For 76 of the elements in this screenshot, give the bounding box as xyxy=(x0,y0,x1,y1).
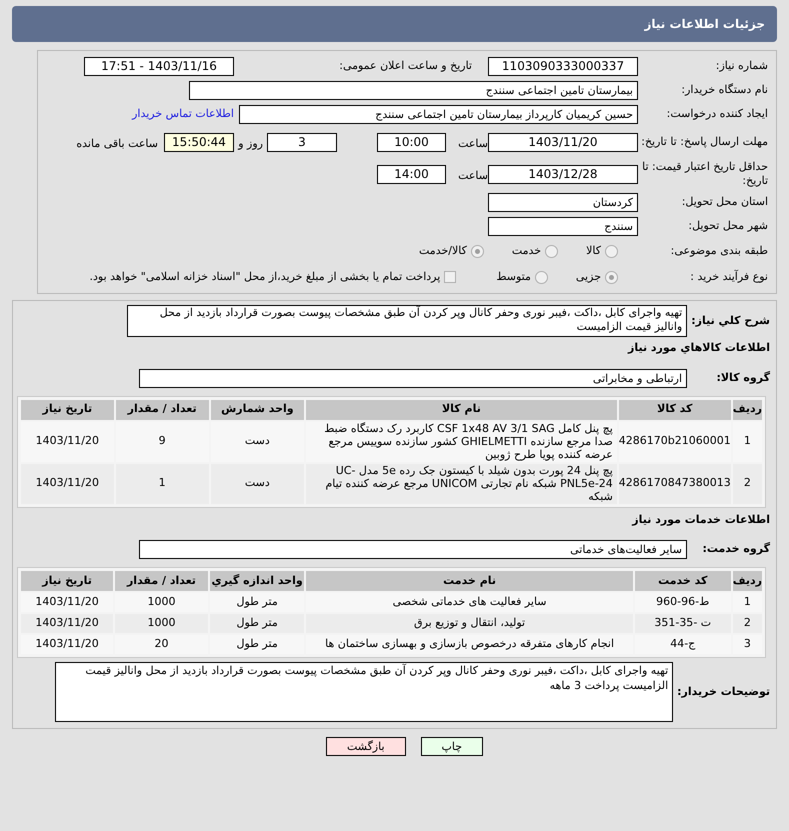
radio-label: متوسط xyxy=(496,268,531,285)
field-label: روز و xyxy=(238,137,263,150)
column-header: تعداد / مقدار xyxy=(116,400,209,420)
table-cell: 1 xyxy=(116,464,209,504)
reply-time-field: 10:00 xyxy=(377,132,446,152)
column-header: کد کالا xyxy=(618,400,731,420)
table-cell: 1000 xyxy=(115,614,208,633)
requester-field: حسین کریمیان کارپرداز بیمارستان تامین اجتماعی سنندج xyxy=(239,104,638,124)
description-label: شرح کلي نياز: xyxy=(691,313,770,329)
description-field: تهیه واجرای کابل ،داکت ،فیبر نوری وحفر کانال وپر کردن آن طبق مشخصات پیوست بصورت قرارداد بازدید از محل وانالیز قیمت الزامیست xyxy=(127,305,688,337)
services-group-label: گروه خدمت: xyxy=(701,541,770,558)
field-label: حداقل تاریخ اعتبار قیمت: تا تاریخ: xyxy=(641,160,768,188)
table-cell: 2 xyxy=(732,464,762,504)
city-field: سنندج xyxy=(488,216,638,236)
table-cell: پچ پنل 24 پورت بدون شیلد با کیستون جک رده 5e مدل UC-PNL5e-24 شبکه نام تجارتی UNICOM مرجع عرضه کننده تیام شبکه xyxy=(306,464,617,504)
radio-button[interactable] xyxy=(605,270,618,284)
print-button[interactable]: چاپ xyxy=(420,737,484,756)
table-cell: 4286170847380013 xyxy=(618,464,731,504)
field-label: ساعت xyxy=(458,169,488,182)
field-label: نام دستگاه خریدار: xyxy=(680,83,768,97)
field-label: شماره نیاز: xyxy=(714,59,768,73)
column-header: کد خدمت xyxy=(634,571,731,591)
field-label: نوع فرآیند خرید : xyxy=(689,270,768,284)
back-button[interactable]: بازگشت xyxy=(326,737,406,756)
field-label: ایجاد کننده درخواست: xyxy=(666,107,768,121)
buyer-notes-field: تهیه واجرای کابل ،داکت ،فیبر نوری وحفر کانال وپر کردن آن طبق مشخصات پیوست بصورت قرارداد بازدید از محل وانالیز قیمت الزامیست پرداخت 3 ماهه xyxy=(55,662,674,722)
field-label: طبقه بندی موضوعی: xyxy=(670,244,768,258)
announce-date-field: 1403/11/16 - 17:51 xyxy=(84,56,234,76)
goods-title: اطلاعات کالاهاي مورد نياز xyxy=(626,340,770,356)
reply-date-field: 1403/11/20 xyxy=(488,132,638,152)
radio-button[interactable] xyxy=(545,244,558,258)
checkbox[interactable] xyxy=(444,271,456,283)
buyer-contact-link[interactable]: اطلاعات تماس خریدار xyxy=(132,106,234,122)
table-cell: 2 xyxy=(732,614,762,633)
validity-date-field: 1403/12/28 xyxy=(488,164,638,184)
field-label: ساعت xyxy=(458,137,488,150)
table-cell: متر طول xyxy=(210,614,304,633)
radio-button[interactable] xyxy=(470,244,484,258)
table-cell: ت -35-351 xyxy=(634,614,731,633)
need-number-field: 1103090333000337 xyxy=(488,56,638,76)
column-header: تاريخ نياز xyxy=(21,571,114,591)
province-field: کردستان xyxy=(488,192,638,212)
column-header: رديف xyxy=(732,400,762,420)
days-field: 3 xyxy=(267,132,337,152)
services-group-field: سایر فعالیت‌های خدماتی xyxy=(139,540,687,559)
table-cell: 1403/11/20 xyxy=(21,464,114,504)
radio-button[interactable] xyxy=(534,270,548,284)
validity-time-field: 14:00 xyxy=(377,164,446,184)
column-header: تعداد / مقدار xyxy=(115,571,208,591)
radio-label: خدمت xyxy=(512,242,542,259)
field-label: ساعت باقی مانده xyxy=(76,137,158,150)
column-header: تاريخ نياز xyxy=(21,400,114,420)
goods-group-label: گروه کالا: xyxy=(715,370,770,386)
field-label: مهلت ارسال پاسخ: تا تاریخ: xyxy=(640,135,768,149)
table-cell: دست xyxy=(210,464,304,504)
field-label: استان محل تحویل: xyxy=(680,195,768,209)
services-title: اطلاعات خدمات مورد نياز xyxy=(630,512,770,528)
radio-label: جزیی xyxy=(576,268,601,285)
column-header: واحد اندازه گيري xyxy=(210,571,304,591)
buyer-notes-label: توضیحات خریدار: xyxy=(677,684,770,700)
table-cell: 1403/11/20 xyxy=(21,614,114,633)
table-cell: تولید، انتقال و توزیع برق xyxy=(306,614,633,633)
column-header: نام خدمت xyxy=(306,571,633,591)
checkbox-label: پرداخت تمام یا بخشی از مبلغ خرید،از محل "اسناد خزانه اسلامی" خواهد بود. xyxy=(90,268,440,285)
column-header: رديف xyxy=(732,571,762,591)
radio-label: کالا xyxy=(586,242,601,259)
goods-group-field: ارتباطی و مخابراتی xyxy=(139,368,687,388)
radio-button[interactable] xyxy=(605,244,618,258)
radio-label: کالا/خدمت xyxy=(419,242,467,259)
column-header: واحد شمارش xyxy=(210,400,304,420)
column-header: نام کالا xyxy=(306,400,617,420)
field-label: تاریخ و ساعت اعلان عمومی: xyxy=(338,59,472,73)
field-label: شهر محل تحویل: xyxy=(687,219,768,233)
buyer-field: بیمارستان تامین اجتماعی سنندج xyxy=(189,80,638,100)
remaining-time-field: 15:50:44 xyxy=(164,132,234,152)
header-bar: جزئیات اطلاعات نیاز xyxy=(12,6,777,42)
